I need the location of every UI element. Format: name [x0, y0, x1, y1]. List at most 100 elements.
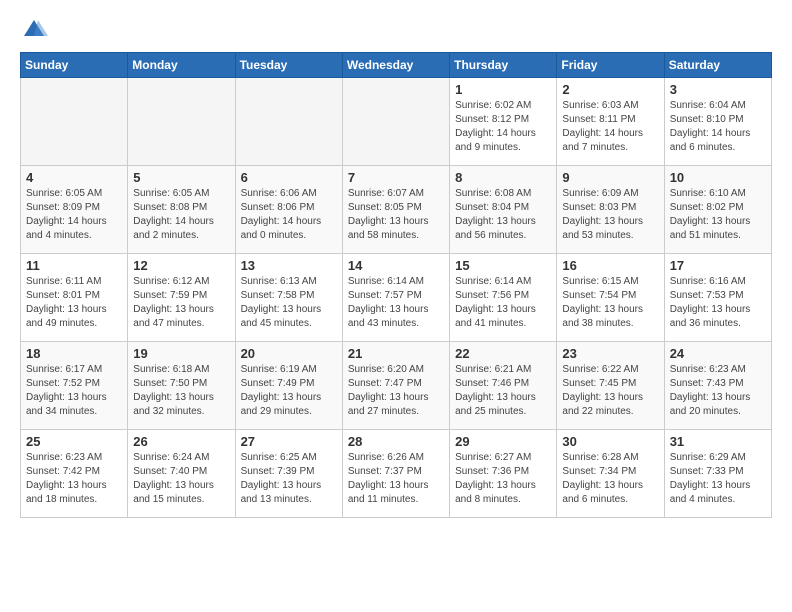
day-info: Sunrise: 6:22 AMSunset: 7:45 PMDaylight:… [562, 363, 658, 419]
col-header-monday: Monday [128, 53, 235, 78]
day-info: Sunrise: 6:28 AMSunset: 7:34 PMDaylight:… [562, 451, 658, 507]
day-info: Sunrise: 6:13 AMSunset: 7:58 PMDaylight:… [241, 275, 337, 331]
calendar-table: SundayMondayTuesdayWednesdayThursdayFrid… [20, 52, 772, 518]
day-number: 14 [348, 258, 444, 273]
day-info: Sunrise: 6:08 AMSunset: 8:04 PMDaylight:… [455, 187, 551, 243]
calendar-cell: 22 Sunrise: 6:21 AMSunset: 7:46 PMDayligh… [450, 342, 557, 430]
calendar-cell [342, 78, 449, 166]
calendar-cell: 18 Sunrise: 6:17 AMSunset: 7:52 PMDayligh… [21, 342, 128, 430]
calendar-week-row: 1 Sunrise: 6:02 AMSunset: 8:12 PMDaylight… [21, 78, 772, 166]
calendar-cell: 20 Sunrise: 6:19 AMSunset: 7:49 PMDayligh… [235, 342, 342, 430]
day-number: 10 [670, 170, 766, 185]
calendar-cell: 8 Sunrise: 6:08 AMSunset: 8:04 PMDaylight… [450, 166, 557, 254]
page-header [20, 16, 772, 44]
day-info: Sunrise: 6:24 AMSunset: 7:40 PMDaylight:… [133, 451, 229, 507]
day-number: 16 [562, 258, 658, 273]
calendar-cell: 12 Sunrise: 6:12 AMSunset: 7:59 PMDayligh… [128, 254, 235, 342]
day-number: 19 [133, 346, 229, 361]
calendar-cell: 13 Sunrise: 6:13 AMSunset: 7:58 PMDayligh… [235, 254, 342, 342]
day-number: 12 [133, 258, 229, 273]
day-number: 29 [455, 434, 551, 449]
day-number: 7 [348, 170, 444, 185]
day-number: 11 [26, 258, 122, 273]
day-number: 1 [455, 82, 551, 97]
day-number: 8 [455, 170, 551, 185]
day-number: 20 [241, 346, 337, 361]
day-number: 9 [562, 170, 658, 185]
day-number: 22 [455, 346, 551, 361]
calendar-cell: 28Sunrise: 6:26 AMSunset: 7:37 PMDayligh… [342, 430, 449, 518]
calendar-cell: 3 Sunrise: 6:04 AMSunset: 8:10 PMDaylight… [664, 78, 771, 166]
calendar-cell: 5 Sunrise: 6:05 AMSunset: 8:08 PMDaylight… [128, 166, 235, 254]
day-info: Sunrise: 6:19 AMSunset: 7:49 PMDaylight:… [241, 363, 337, 419]
day-number: 21 [348, 346, 444, 361]
day-info: Sunrise: 6:07 AMSunset: 8:05 PMDaylight:… [348, 187, 444, 243]
calendar-cell: 16 Sunrise: 6:15 AMSunset: 7:54 PMDayligh… [557, 254, 664, 342]
logo-icon [20, 16, 48, 44]
calendar-cell: 11Sunrise: 6:11 AMSunset: 8:01 PMDayligh… [21, 254, 128, 342]
calendar-cell: 1 Sunrise: 6:02 AMSunset: 8:12 PMDaylight… [450, 78, 557, 166]
day-info: Sunrise: 6:17 AMSunset: 7:52 PMDaylight:… [26, 363, 122, 419]
calendar-cell: 4 Sunrise: 6:05 AMSunset: 8:09 PMDaylight… [21, 166, 128, 254]
day-info: Sunrise: 6:29 AMSunset: 7:33 PMDaylight:… [670, 451, 766, 507]
calendar-cell: 7 Sunrise: 6:07 AMSunset: 8:05 PMDaylight… [342, 166, 449, 254]
calendar-week-row: 25Sunrise: 6:23 AMSunset: 7:42 PMDayligh… [21, 430, 772, 518]
col-header-thursday: Thursday [450, 53, 557, 78]
day-number: 28 [348, 434, 444, 449]
day-info: Sunrise: 6:18 AMSunset: 7:50 PMDaylight:… [133, 363, 229, 419]
day-info: Sunrise: 6:04 AMSunset: 8:10 PMDaylight:… [670, 99, 766, 155]
day-info: Sunrise: 6:20 AMSunset: 7:47 PMDaylight:… [348, 363, 444, 419]
calendar-cell [21, 78, 128, 166]
calendar-cell: 15Sunrise: 6:14 AMSunset: 7:56 PMDayligh… [450, 254, 557, 342]
calendar-cell: 25Sunrise: 6:23 AMSunset: 7:42 PMDayligh… [21, 430, 128, 518]
calendar-cell: 14 Sunrise: 6:14 AMSunset: 7:57 PMDayligh… [342, 254, 449, 342]
calendar-cell: 10 Sunrise: 6:10 AMSunset: 8:02 PMDayligh… [664, 166, 771, 254]
calendar-cell: 2 Sunrise: 6:03 AMSunset: 8:11 PMDaylight… [557, 78, 664, 166]
logo [20, 16, 52, 44]
day-number: 30 [562, 434, 658, 449]
calendar-cell: 19 Sunrise: 6:18 AMSunset: 7:50 PMDayligh… [128, 342, 235, 430]
col-header-tuesday: Tuesday [235, 53, 342, 78]
calendar-cell: 17Sunrise: 6:16 AMSunset: 7:53 PMDayligh… [664, 254, 771, 342]
col-header-saturday: Saturday [664, 53, 771, 78]
day-info: Sunrise: 6:10 AMSunset: 8:02 PMDaylight:… [670, 187, 766, 243]
day-number: 13 [241, 258, 337, 273]
day-info: Sunrise: 6:16 AMSunset: 7:53 PMDaylight:… [670, 275, 766, 331]
day-number: 31 [670, 434, 766, 449]
day-number: 23 [562, 346, 658, 361]
day-info: Sunrise: 6:02 AMSunset: 8:12 PMDaylight:… [455, 99, 551, 155]
day-info: Sunrise: 6:21 AMSunset: 7:46 PMDaylight:… [455, 363, 551, 419]
day-info: Sunrise: 6:27 AMSunset: 7:36 PMDaylight:… [455, 451, 551, 507]
calendar-cell: 29 Sunrise: 6:27 AMSunset: 7:36 PMDayligh… [450, 430, 557, 518]
day-number: 4 [26, 170, 122, 185]
day-info: Sunrise: 6:03 AMSunset: 8:11 PMDaylight:… [562, 99, 658, 155]
day-info: Sunrise: 6:05 AMSunset: 8:08 PMDaylight:… [133, 187, 229, 243]
day-number: 26 [133, 434, 229, 449]
day-number: 27 [241, 434, 337, 449]
day-info: Sunrise: 6:14 AMSunset: 7:56 PMDaylight:… [455, 275, 551, 331]
calendar-cell: 31 Sunrise: 6:29 AMSunset: 7:33 PMDayligh… [664, 430, 771, 518]
calendar-cell [128, 78, 235, 166]
col-header-wednesday: Wednesday [342, 53, 449, 78]
calendar-week-row: 11Sunrise: 6:11 AMSunset: 8:01 PMDayligh… [21, 254, 772, 342]
day-number: 3 [670, 82, 766, 97]
calendar-cell: 21 Sunrise: 6:20 AMSunset: 7:47 PMDayligh… [342, 342, 449, 430]
day-info: Sunrise: 6:15 AMSunset: 7:54 PMDaylight:… [562, 275, 658, 331]
calendar-header-row: SundayMondayTuesdayWednesdayThursdayFrid… [21, 53, 772, 78]
day-number: 24 [670, 346, 766, 361]
day-info: Sunrise: 6:09 AMSunset: 8:03 PMDaylight:… [562, 187, 658, 243]
day-number: 18 [26, 346, 122, 361]
calendar-cell: 26 Sunrise: 6:24 AMSunset: 7:40 PMDayligh… [128, 430, 235, 518]
calendar-cell: 24Sunrise: 6:23 AMSunset: 7:43 PMDayligh… [664, 342, 771, 430]
calendar-cell: 30 Sunrise: 6:28 AMSunset: 7:34 PMDayligh… [557, 430, 664, 518]
col-header-friday: Friday [557, 53, 664, 78]
col-header-sunday: Sunday [21, 53, 128, 78]
day-info: Sunrise: 6:06 AMSunset: 8:06 PMDaylight:… [241, 187, 337, 243]
day-info: Sunrise: 6:12 AMSunset: 7:59 PMDaylight:… [133, 275, 229, 331]
day-info: Sunrise: 6:14 AMSunset: 7:57 PMDaylight:… [348, 275, 444, 331]
calendar-cell: 27Sunrise: 6:25 AMSunset: 7:39 PMDayligh… [235, 430, 342, 518]
day-number: 5 [133, 170, 229, 185]
day-number: 2 [562, 82, 658, 97]
day-info: Sunrise: 6:05 AMSunset: 8:09 PMDaylight:… [26, 187, 122, 243]
calendar-cell: 9 Sunrise: 6:09 AMSunset: 8:03 PMDaylight… [557, 166, 664, 254]
